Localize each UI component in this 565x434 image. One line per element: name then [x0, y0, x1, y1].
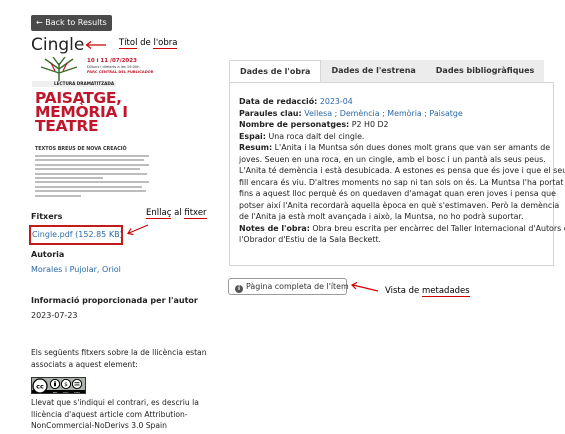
annotation-arrow-link-icon [127, 224, 149, 236]
meta-summary-line: joves. Seuen en una roca, en un cingle, … [239, 154, 546, 164]
page-title: Cingle [31, 35, 85, 55]
svg-text:$: $ [64, 382, 68, 388]
cc-license-badge[interactable]: cc $ BY NC ND [31, 377, 86, 394]
cover-time: Dilluns i dimarts a les 19.00h [87, 65, 140, 69]
tab-dades-obra[interactable]: Dades de l'obra [229, 60, 322, 82]
license-intro: Els següents fitxers sobre la de llicènc… [31, 348, 207, 369]
meta-summary-line: de l'Anita ja està molt avançada i això,… [239, 212, 524, 221]
svg-text:ND: ND [74, 390, 80, 394]
meta-summary-line: Resum: L'Anita i la Muntsa són dues done… [239, 143, 551, 152]
back-to-results-button[interactable]: ← Back to Results [31, 15, 112, 31]
keyword-link[interactable]: Vellesa [304, 109, 332, 118]
tab-dades-bibliografiques[interactable]: Dades bibliogràfiques [425, 60, 545, 82]
metadata-panel: Data de redacció: 2023-04 Paraules clau:… [229, 82, 565, 266]
arrow-left-icon: ← [36, 18, 43, 27]
keyword-link[interactable]: Demència [340, 109, 380, 118]
svg-text:NC: NC [63, 390, 69, 394]
meta-space: Espai: Una roca dalt del cingle. [239, 131, 365, 141]
meta-summary-line: L'Anita té demència i està desubicada. A… [239, 166, 565, 175]
file-link[interactable]: Cingle.pdf (152.85 KB) [32, 230, 123, 239]
meta-notes-line: l'Obrador d'Estiu de la Sala Beckett. [239, 235, 382, 244]
meta-date-link[interactable]: 2023-04 [320, 97, 353, 106]
files-label: Fitxers [31, 212, 63, 221]
meta-summary-line: potser així l'Anita recordarà aquella èp… [239, 200, 560, 210]
cover-date: 10 i 11 /07/2023 [87, 58, 137, 64]
info-icon: i [235, 285, 243, 293]
svg-text:BY: BY [53, 390, 58, 394]
full-record-label: Pàgina completa de l'ítem [246, 282, 349, 291]
cover-image: 10 i 11 /07/2023 Dilluns i dimarts a les… [31, 56, 157, 206]
author-link[interactable]: Morales i Pujolar, Oriol [31, 265, 121, 274]
meta-summary-line: fill encara és viu. D'altres moments no … [239, 177, 564, 187]
author-info-label: Informació proporcionada per l'autor [31, 296, 198, 305]
annotation-link-label: Enllaç al fitxer [146, 208, 207, 219]
meta-date: Data de redacció: 2023-04 [239, 97, 353, 106]
full-record-button[interactable]: i Pàgina completa de l'ítem [228, 278, 349, 295]
license-description: Llevat que s'indiqui el contrari, es des… [31, 398, 199, 430]
cover-venue: PARC CENTRAL DEL PUBLICADOR [87, 70, 154, 74]
annotation-arrow-title-icon [85, 41, 106, 49]
cc-by-nc-nd-icon: cc $ BY NC ND [32, 378, 85, 394]
meta-keywords: Paraules clau: Vellesa ; Demència ; Memò… [239, 108, 463, 118]
svg-text:cc: cc [36, 383, 44, 391]
meta-summary-line: fins a aquest lloc perquè és on quedaven… [239, 189, 556, 198]
keyword-link[interactable]: Paisatge [429, 109, 462, 118]
annotation-arrow-metadata-icon [350, 282, 379, 292]
cover-body-text [35, 155, 149, 201]
metadata-tabs: Dades de l'obra Dades de l'estrena Dades… [229, 60, 545, 82]
annotation-title-label: Títol de l'obra [119, 38, 178, 49]
plant-illustration-icon [40, 57, 78, 81]
author-info-date: 2023-07-23 [31, 311, 78, 320]
keyword-link[interactable]: Memòria [387, 109, 421, 118]
tab-dades-estrena[interactable]: Dades de l'estrena [321, 60, 426, 82]
cover-big-title: PAISATGE, MEMÒRIA I TEATRE [35, 89, 128, 135]
metadata-content: Data de redacció: 2023-04 Paraules clau:… [239, 96, 565, 246]
cover-subtitle: TEXTOS BREUS DE NOVA CREACIÓ [35, 147, 127, 152]
authorship-label: Autoria [31, 250, 65, 259]
cover-tag: LECTURA DRAMATITZADA [32, 81, 116, 87]
meta-characters: Nombre de personatges: P2 H0 D2 [239, 120, 389, 129]
annotation-metadata-label: Vista de metadades [385, 286, 470, 297]
back-button-label: Back to Results [45, 18, 107, 27]
meta-notes-line: Notes de l'obra: Obra breu escrita per e… [239, 223, 565, 233]
